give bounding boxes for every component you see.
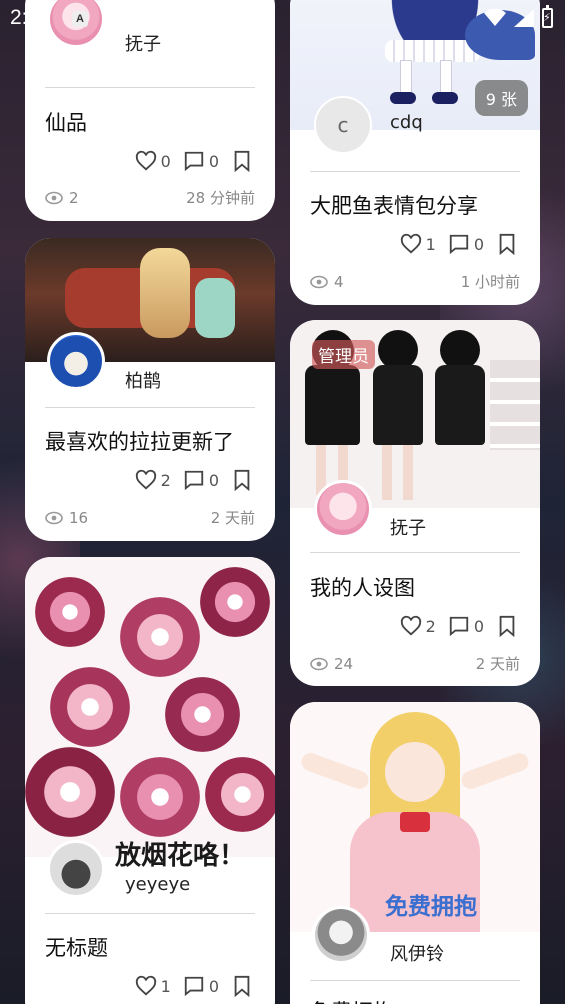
like-button[interactable]: 1 — [135, 975, 171, 997]
status-time: 2:59 — [10, 6, 51, 29]
like-count: 0 — [160, 151, 171, 171]
view-count-value: 2 — [69, 188, 79, 207]
comment-icon — [449, 616, 468, 637]
avatar[interactable] — [47, 332, 105, 390]
comment-button[interactable]: 0 — [183, 469, 219, 491]
like-button[interactable]: 2 — [400, 615, 436, 637]
view-count: 4 — [310, 273, 344, 291]
heart-icon — [135, 469, 156, 490]
eye-icon — [45, 511, 63, 524]
comment-count: 0 — [208, 151, 219, 171]
author-name[interactable]: yeyeye — [125, 874, 190, 895]
like-count: 1 — [425, 234, 436, 254]
divider — [310, 552, 520, 553]
author-name[interactable]: cdq — [390, 112, 423, 133]
bookmark-icon — [234, 150, 250, 172]
post-title[interactable]: 大肥鱼表情包分享 — [310, 190, 478, 220]
post-title[interactable]: 最喜欢的拉拉更新了 — [45, 426, 234, 456]
eye-icon — [45, 191, 63, 204]
view-count: 24 — [310, 655, 353, 673]
bookmark-button[interactable] — [231, 150, 253, 172]
author-name[interactable]: 柏鹊 — [125, 367, 161, 393]
post-card[interactable]: 管理员 抚子 我的人设图 2 0 24 2 天前 — [290, 320, 540, 686]
divider — [45, 913, 255, 914]
bookmark-icon — [234, 469, 250, 491]
post-card[interactable]: 柏鹊 最喜欢的拉拉更新了 2 0 16 2 天前 — [25, 238, 275, 541]
comment-count: 0 — [208, 976, 219, 996]
signal-icon — [514, 9, 534, 27]
heart-icon — [400, 233, 421, 254]
view-count-value: 4 — [334, 272, 344, 291]
comment-icon — [449, 234, 468, 255]
author-name[interactable]: 抚子 — [390, 514, 426, 540]
avatar[interactable]: c — [314, 96, 372, 154]
bookmark-button[interactable] — [496, 615, 518, 637]
view-count: 2 — [45, 189, 79, 207]
avatar[interactable] — [47, 840, 105, 898]
divider — [45, 407, 255, 408]
eye-icon — [310, 657, 328, 670]
view-count-value: 24 — [334, 654, 354, 673]
post-image[interactable]: 放烟花咯！ — [25, 557, 275, 871]
post-card[interactable]: 放烟花咯！ yeyeye 无标题 1 0 — [25, 557, 275, 1004]
avatar[interactable] — [312, 906, 370, 964]
divider — [45, 87, 255, 88]
battery-icon: ⚡ — [542, 5, 553, 28]
bookmark-icon — [499, 615, 515, 637]
status-bar: 2:59 A ⚡ — [0, 0, 565, 36]
post-image[interactable]: 免费拥抱 — [290, 702, 540, 932]
like-button[interactable]: 2 — [135, 469, 171, 491]
post-card[interactable]: 免费拥抱 风伊铃 免费拥抱 — [290, 702, 540, 1004]
post-time: 2 天前 — [210, 509, 255, 527]
comment-button[interactable]: 0 — [183, 975, 219, 997]
comment-count: 0 — [208, 470, 219, 490]
bookmark-button[interactable] — [496, 233, 518, 255]
like-count: 1 — [160, 976, 171, 996]
post-title[interactable]: 无标题 — [45, 932, 108, 962]
avatar-letter: c — [337, 113, 349, 137]
post-title[interactable]: 免费拥抱 — [310, 996, 394, 1004]
divider — [310, 171, 520, 172]
like-count: 2 — [425, 616, 436, 636]
eye-icon — [310, 275, 328, 288]
admin-tag: 管理员 — [312, 340, 375, 369]
post-title[interactable]: 仙品 — [45, 107, 87, 137]
wifi-icon — [484, 9, 506, 26]
view-count-value: 16 — [69, 508, 89, 527]
bookmark-button[interactable] — [231, 975, 253, 997]
post-time: 2 天前 — [475, 655, 520, 673]
like-button[interactable]: 0 — [135, 150, 171, 172]
comment-count: 0 — [473, 616, 484, 636]
heart-icon — [135, 150, 156, 171]
comment-button[interactable]: 0 — [448, 615, 484, 637]
avatar[interactable] — [314, 480, 372, 538]
divider — [310, 980, 520, 981]
comment-icon — [184, 151, 203, 172]
comment-button[interactable]: 0 — [183, 150, 219, 172]
view-count: 16 — [45, 509, 88, 527]
comment-icon — [184, 976, 203, 997]
like-count: 2 — [160, 470, 171, 490]
heart-icon — [400, 615, 421, 636]
bookmark-icon — [499, 233, 515, 255]
post-time: 28 分钟前 — [186, 189, 255, 207]
post-time: 1 小时前 — [460, 273, 520, 291]
like-button[interactable]: 1 — [400, 233, 436, 255]
post-card[interactable]: 9 张 c cdq 大肥鱼表情包分享 1 0 4 1 小时前 — [290, 0, 540, 305]
notification-icon: A — [72, 11, 88, 27]
comment-count: 0 — [473, 234, 484, 254]
comment-icon — [184, 470, 203, 491]
bookmark-button[interactable] — [231, 469, 253, 491]
author-name[interactable]: 风伊铃 — [390, 940, 444, 966]
comment-button[interactable]: 0 — [448, 233, 484, 255]
post-title[interactable]: 我的人设图 — [310, 572, 415, 602]
heart-icon — [135, 975, 156, 996]
bookmark-icon — [234, 975, 250, 997]
